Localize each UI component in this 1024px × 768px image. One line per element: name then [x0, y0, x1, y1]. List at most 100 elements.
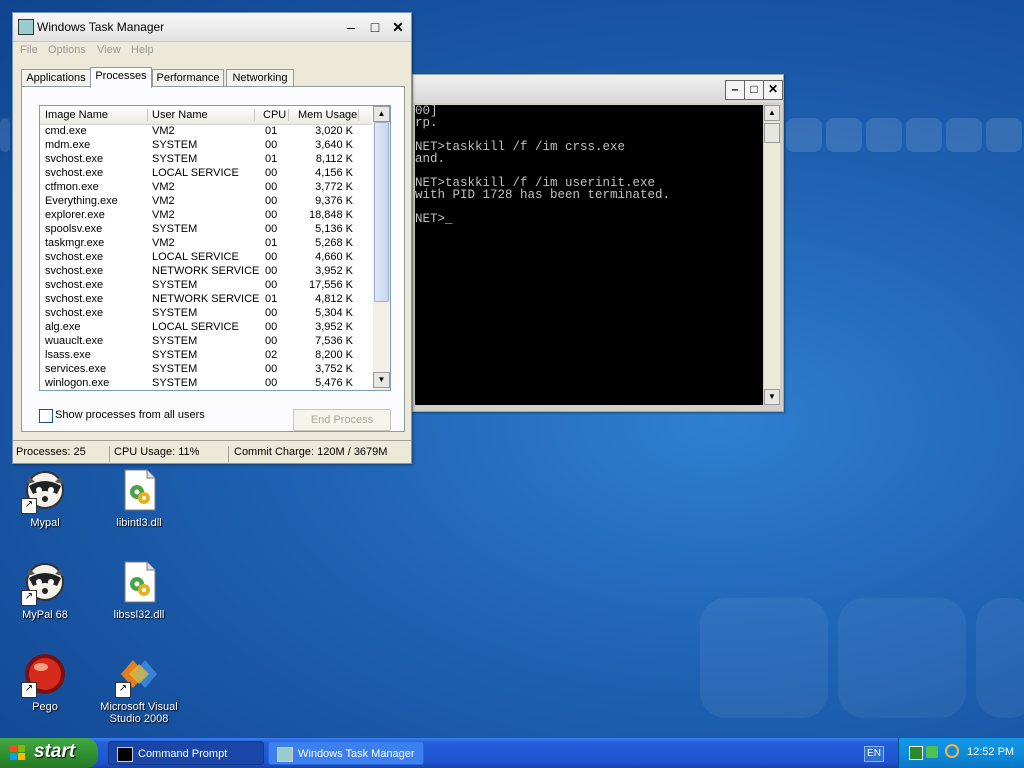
task-manager-title-bar[interactable]: Windows Task Manager – □ ✕ — [13, 13, 411, 42]
process-cpu: 00 — [265, 321, 278, 333]
menu-help[interactable]: Help — [131, 44, 154, 56]
process-list[interactable]: Image Name User Name CPU Mem Usage cmd.e… — [39, 105, 391, 391]
process-image-name: svchost.exe — [45, 293, 104, 305]
table-row[interactable]: winlogon.exe SYSTEM 00 5,476 K — [40, 377, 372, 390]
menu-view[interactable]: View — [97, 44, 121, 56]
process-list-scrollbar[interactable]: ▲ ▼ — [373, 106, 390, 390]
scroll-thumb[interactable] — [764, 123, 780, 143]
table-row[interactable]: cmd.exe VM2 01 3,020 K — [40, 125, 372, 139]
close-button[interactable]: ✕ — [763, 80, 783, 100]
task-manager-icon — [277, 747, 293, 762]
desktop-icon-libintl3[interactable]: libintl3.dll — [94, 466, 184, 529]
process-mem-usage: 18,848 K — [308, 209, 353, 221]
minimize-button[interactable]: – — [341, 18, 361, 36]
taskbar-item-task-manager[interactable]: Windows Task Manager — [268, 741, 424, 765]
status-cpu-usage: CPU Usage: 11% — [114, 446, 200, 458]
scroll-up-button[interactable]: ▲ — [764, 105, 780, 121]
search-icon[interactable] — [945, 744, 959, 758]
table-row[interactable]: spoolsv.exe SYSTEM 00 5,136 K — [40, 223, 372, 237]
process-user-name: SYSTEM — [152, 377, 198, 389]
clock[interactable]: 12:52 PM — [967, 746, 1014, 758]
menu-options[interactable]: Options — [48, 44, 86, 56]
table-row[interactable]: svchost.exe LOCAL SERVICE 00 4,660 K — [40, 251, 372, 265]
table-row[interactable]: Everything.exe VM2 00 9,376 K — [40, 195, 372, 209]
tray-app-icon[interactable] — [909, 746, 923, 760]
desktop-icon-libssl32[interactable]: libssl32.dll — [94, 558, 184, 621]
process-mem-usage: 3,752 K — [315, 363, 353, 375]
table-row[interactable]: taskmgr.exe VM2 01 5,268 K — [40, 237, 372, 251]
process-image-name: svchost.exe — [45, 279, 104, 291]
column-cpu[interactable]: CPU — [263, 109, 286, 121]
process-user-name: SYSTEM — [152, 153, 198, 165]
process-user-name: NETWORK SERVICE — [152, 293, 260, 305]
language-indicator[interactable]: EN — [864, 746, 884, 762]
scroll-down-button[interactable]: ▼ — [764, 389, 780, 405]
scroll-down-button[interactable]: ▼ — [373, 372, 390, 388]
maximize-button[interactable]: □ — [365, 18, 385, 36]
desktop-icon-mypal[interactable]: ↗ Mypal — [0, 466, 90, 529]
scroll-thumb[interactable] — [374, 122, 389, 302]
tab-processes[interactable]: Processes — [90, 67, 152, 88]
desktop-icon-visual-studio[interactable]: ↗ Microsoft Visual Studio 2008 — [94, 650, 184, 725]
table-row[interactable]: mdm.exe SYSTEM 00 3,640 K — [40, 139, 372, 153]
table-row[interactable]: ctfmon.exe VM2 00 3,772 K — [40, 181, 372, 195]
tab-performance[interactable]: Performance — [152, 69, 224, 86]
table-row[interactable]: svchost.exe SYSTEM 00 5,304 K — [40, 307, 372, 321]
process-cpu: 00 — [265, 363, 278, 375]
minimize-button[interactable]: – — [725, 80, 745, 100]
table-row[interactable]: lsass.exe SYSTEM 02 8,200 K — [40, 349, 372, 363]
scroll-up-button[interactable]: ▲ — [373, 106, 390, 122]
column-user-name[interactable]: User Name — [152, 109, 208, 121]
process-mem-usage: 3,640 K — [315, 139, 353, 151]
process-mem-usage: 5,268 K — [315, 237, 353, 249]
console-line: and. — [415, 152, 446, 166]
table-row[interactable]: svchost.exe SYSTEM 01 8,112 K — [40, 153, 372, 167]
process-cpu: 01 — [265, 237, 278, 249]
process-user-name: SYSTEM — [152, 139, 198, 151]
tab-applications[interactable]: Applications — [21, 69, 91, 86]
end-process-button[interactable]: End Process — [293, 409, 391, 431]
desktop-icon-label: Mypal — [30, 517, 60, 529]
process-user-name: SYSTEM — [152, 349, 198, 361]
process-user-name: LOCAL SERVICE — [152, 251, 239, 263]
process-cpu: 01 — [265, 125, 278, 137]
process-user-name: VM2 — [152, 125, 175, 137]
column-image-name[interactable]: Image Name — [45, 109, 108, 121]
console-scrollbar[interactable]: ▲ ▼ — [764, 105, 780, 405]
start-button[interactable]: start — [0, 738, 98, 768]
menu-file[interactable]: File — [20, 44, 38, 56]
process-user-name: VM2 — [152, 181, 175, 193]
windows-logo-icon — [10, 745, 25, 760]
console-line: NET>taskkill /f /im crss.exe — [415, 140, 626, 154]
status-bar: Processes: 25 CPU Usage: 11% Commit Char… — [13, 440, 411, 463]
task-manager-window[interactable]: Windows Task Manager – □ ✕ File Options … — [12, 12, 412, 464]
maximize-button[interactable]: □ — [744, 80, 764, 100]
show-all-users-label[interactable]: Show processes from all users — [55, 409, 205, 421]
table-row[interactable]: svchost.exe NETWORK SERVICE 00 3,952 K — [40, 265, 372, 279]
table-row[interactable]: alg.exe LOCAL SERVICE 00 3,952 K — [40, 321, 372, 335]
process-image-name: mdm.exe — [45, 139, 91, 151]
table-row[interactable]: svchost.exe SYSTEM 00 17,556 K — [40, 279, 372, 293]
show-all-users-checkbox[interactable] — [39, 409, 53, 423]
table-row[interactable]: svchost.exe NETWORK SERVICE 01 4,812 K — [40, 293, 372, 307]
desktop-icon-pego[interactable]: ↗ Pego — [0, 650, 90, 713]
tab-networking[interactable]: Networking — [226, 69, 294, 86]
command-prompt-window[interactable]: – □ ✕ 00] rp. NET>taskkill /f /im crss.ex… — [412, 74, 784, 412]
taskbar-item-command-prompt[interactable]: Command Prompt — [108, 741, 264, 765]
table-row[interactable]: services.exe SYSTEM 00 3,752 K — [40, 363, 372, 377]
process-mem-usage: 5,476 K — [315, 377, 353, 389]
column-mem-usage[interactable]: Mem Usage — [298, 109, 357, 121]
close-button[interactable]: ✕ — [388, 18, 408, 36]
process-user-name: VM2 — [152, 209, 175, 221]
console-output[interactable]: 00] rp. NET>taskkill /f /im crss.exe and. … — [415, 105, 763, 405]
table-row[interactable]: wuauclt.exe SYSTEM 00 7,536 K — [40, 335, 372, 349]
process-image-name: spoolsv.exe — [45, 223, 103, 235]
network-icon[interactable] — [926, 746, 938, 758]
console-title-bar[interactable]: – □ ✕ — [413, 75, 783, 103]
process-cpu: 00 — [265, 139, 278, 151]
table-row[interactable]: explorer.exe VM2 00 18,848 K — [40, 209, 372, 223]
dll-file-icon — [115, 466, 163, 514]
table-row[interactable]: svchost.exe LOCAL SERVICE 00 4,156 K — [40, 167, 372, 181]
desktop-icon-mypal-68[interactable]: ↗ MyPal 68 — [0, 558, 90, 621]
process-mem-usage: 4,156 K — [315, 167, 353, 179]
